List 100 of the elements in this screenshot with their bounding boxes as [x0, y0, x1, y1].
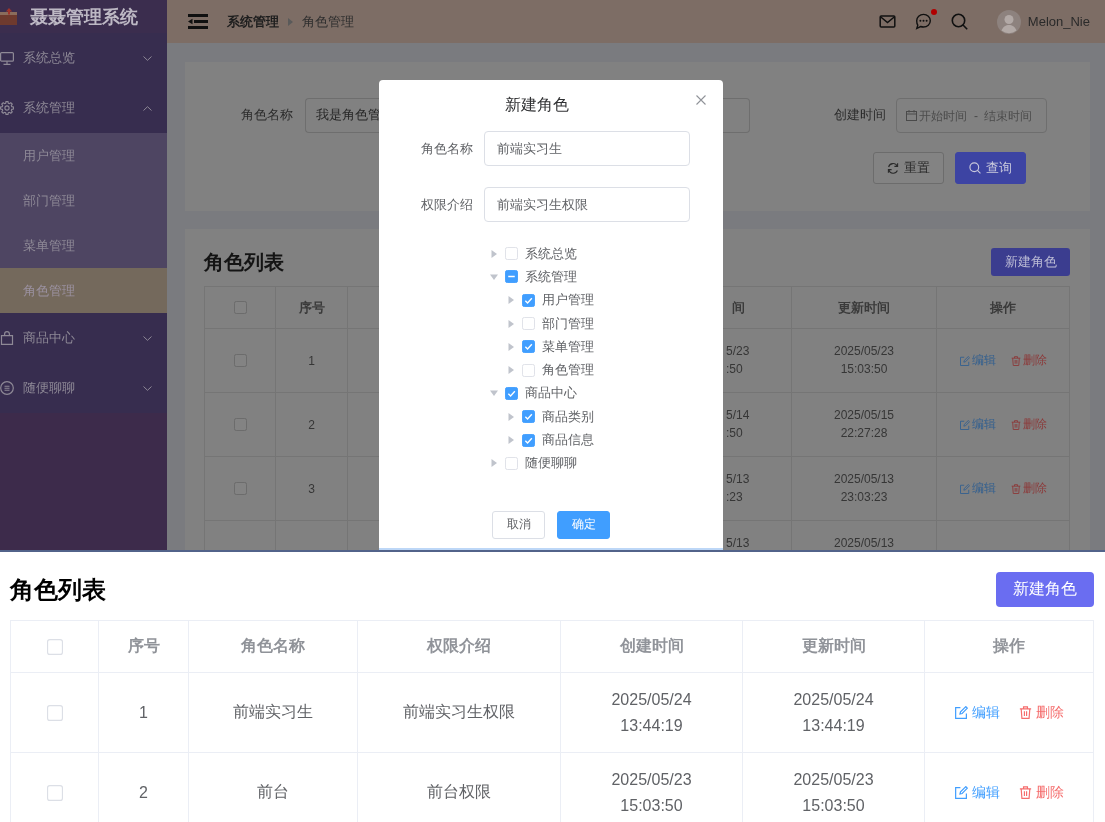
row-index: 1 [308, 353, 315, 368]
search-icon [969, 162, 981, 174]
edit-button[interactable]: 编辑 [954, 783, 1000, 802]
updated-time: 2025/05/13 23:03:23 [833, 471, 895, 506]
text-field[interactable]: 前端实习生权限 [484, 187, 690, 222]
tree-node-label[interactable]: 系统总览 [525, 244, 577, 263]
close-icon[interactable] [696, 95, 706, 105]
updated-time: 2025/05/24 13:44:19 [793, 689, 874, 736]
field-label: 权限介绍 [421, 195, 473, 214]
chat-icon [0, 381, 14, 395]
delete-button[interactable]: 删除 [1018, 703, 1064, 722]
section-title: 角色列表 [204, 249, 284, 275]
checkbox[interactable] [505, 270, 518, 284]
breadcrumb-link[interactable]: 系统管理 [227, 12, 279, 31]
sidebar-menu-item[interactable]: 系统总览 [0, 33, 167, 83]
caret-right-icon[interactable] [490, 459, 498, 468]
caret-right-icon[interactable] [507, 366, 515, 375]
role-name: 前端实习生 [233, 702, 313, 722]
column-header: 操作 [990, 298, 1016, 317]
updated-time: 2025/05/15 22:27:28 [833, 407, 895, 442]
checkbox[interactable] [522, 410, 535, 424]
row-index: 2 [308, 417, 315, 432]
text-field[interactable]: 前端实习生 [484, 131, 690, 166]
new-role-button[interactable]: 新建角色 [996, 572, 1094, 607]
permission-text: 前端实习生权限 [403, 702, 515, 722]
checkbox[interactable] [522, 433, 535, 447]
checkbox[interactable] [522, 340, 535, 354]
column-header: 创建时间 [619, 636, 684, 656]
section-title: 角色列表 [10, 574, 106, 605]
sidebar-menu-item[interactable]: 系统管理 [0, 83, 167, 133]
sidebar-menu-item[interactable]: 随便聊聊 [0, 363, 167, 413]
updated-time: 2025/05/23 15:03:50 [793, 769, 874, 816]
trash-icon [1010, 483, 1021, 494]
trash-icon [1010, 419, 1021, 430]
cancel-button[interactable]: 取消 [492, 510, 545, 539]
range-separator: - [974, 108, 978, 123]
column-header: 序号 [298, 298, 325, 317]
column-header: 角色名称 [241, 636, 305, 656]
logo-icon [0, 7, 18, 26]
caret-right-icon[interactable] [507, 342, 515, 351]
updated-time: 2025/05/23 15:03:50 [833, 343, 895, 378]
tree-node-label[interactable]: 商品中心 [525, 384, 577, 403]
role-name-field[interactable]: 我是角色管 [305, 98, 380, 133]
checkbox[interactable] [505, 386, 518, 400]
tree-node-label[interactable]: 商品类别 [542, 407, 594, 426]
trash-icon [1018, 786, 1032, 799]
caret-down-icon[interactable] [490, 272, 498, 281]
message-icon[interactable] [914, 13, 932, 30]
search-button[interactable]: 查询 [955, 152, 1026, 184]
caret-right-icon[interactable] [507, 319, 515, 328]
time-fragment: :50 [726, 361, 744, 378]
sidebar-menu-item[interactable]: 商品中心 [0, 313, 167, 363]
time-fragment: 5/14 [726, 407, 750, 424]
row-index: 2 [139, 783, 148, 802]
reset-button[interactable]: 重置 [873, 152, 944, 184]
mail-icon[interactable] [878, 13, 896, 30]
column-header: 更新时间 [801, 636, 866, 656]
monitor-icon [0, 51, 14, 65]
tree-node-label[interactable]: 角色管理 [542, 361, 594, 380]
time-fragment: 5/13 [726, 535, 750, 550]
dialog-title: 新建角色 [504, 95, 569, 115]
caret-right-icon[interactable] [507, 296, 515, 305]
delete-button[interactable]: 删除 [1010, 352, 1047, 369]
avatar-icon[interactable] [996, 9, 1021, 34]
sidebar-submenu-item[interactable]: 用户管理 [0, 133, 167, 178]
caret-right-icon[interactable] [507, 412, 515, 421]
tree-node-label[interactable]: 菜单管理 [542, 337, 594, 356]
checkbox[interactable] [522, 293, 535, 307]
delete-button[interactable]: 删除 [1018, 783, 1064, 802]
edit-icon [954, 706, 968, 719]
confirm-button[interactable]: 确定 [557, 510, 610, 539]
shopping-bag-icon [0, 331, 14, 345]
delete-button[interactable]: 删除 [1010, 480, 1047, 497]
menu-icon[interactable] [188, 14, 208, 29]
caret-right-icon[interactable] [490, 249, 498, 258]
field-label: 角色名称 [421, 139, 473, 158]
time-fragment: 5/13 [726, 471, 750, 488]
tree-node-label[interactable]: 系统管理 [525, 267, 577, 286]
caret-right-icon[interactable] [507, 436, 515, 444]
edit-icon [959, 355, 970, 366]
permission-text: 前台权限 [427, 782, 491, 802]
field-label: 角色名称 [241, 107, 293, 124]
role-name: 前台 [257, 782, 289, 802]
created-time: 2025/05/24 13:44:19 [611, 689, 692, 736]
search-icon[interactable] [950, 13, 968, 30]
trash-icon [1010, 355, 1021, 366]
gear-icon [0, 101, 14, 115]
tree-node-label[interactable]: 商品信息 [542, 431, 594, 449]
breadcrumb-current: 角色管理 [302, 12, 354, 31]
edit-button[interactable]: 编辑 [954, 703, 1000, 722]
delete-button[interactable]: 删除 [1010, 416, 1047, 433]
new-role-button[interactable]: 新建角色 [991, 248, 1070, 276]
tree-node-label[interactable]: 随便聊聊 [525, 454, 577, 473]
updated-time: 2025/05/13 [833, 535, 895, 550]
tree-node-label[interactable]: 用户管理 [542, 291, 594, 310]
user-name[interactable]: Melon_Nie [1027, 14, 1090, 29]
column-header: 间 [732, 298, 745, 317]
sidebar-submenu-item[interactable]: 菜单管理 [0, 223, 167, 268]
tree-node-label[interactable]: 部门管理 [542, 314, 594, 333]
caret-down-icon[interactable] [490, 389, 498, 398]
